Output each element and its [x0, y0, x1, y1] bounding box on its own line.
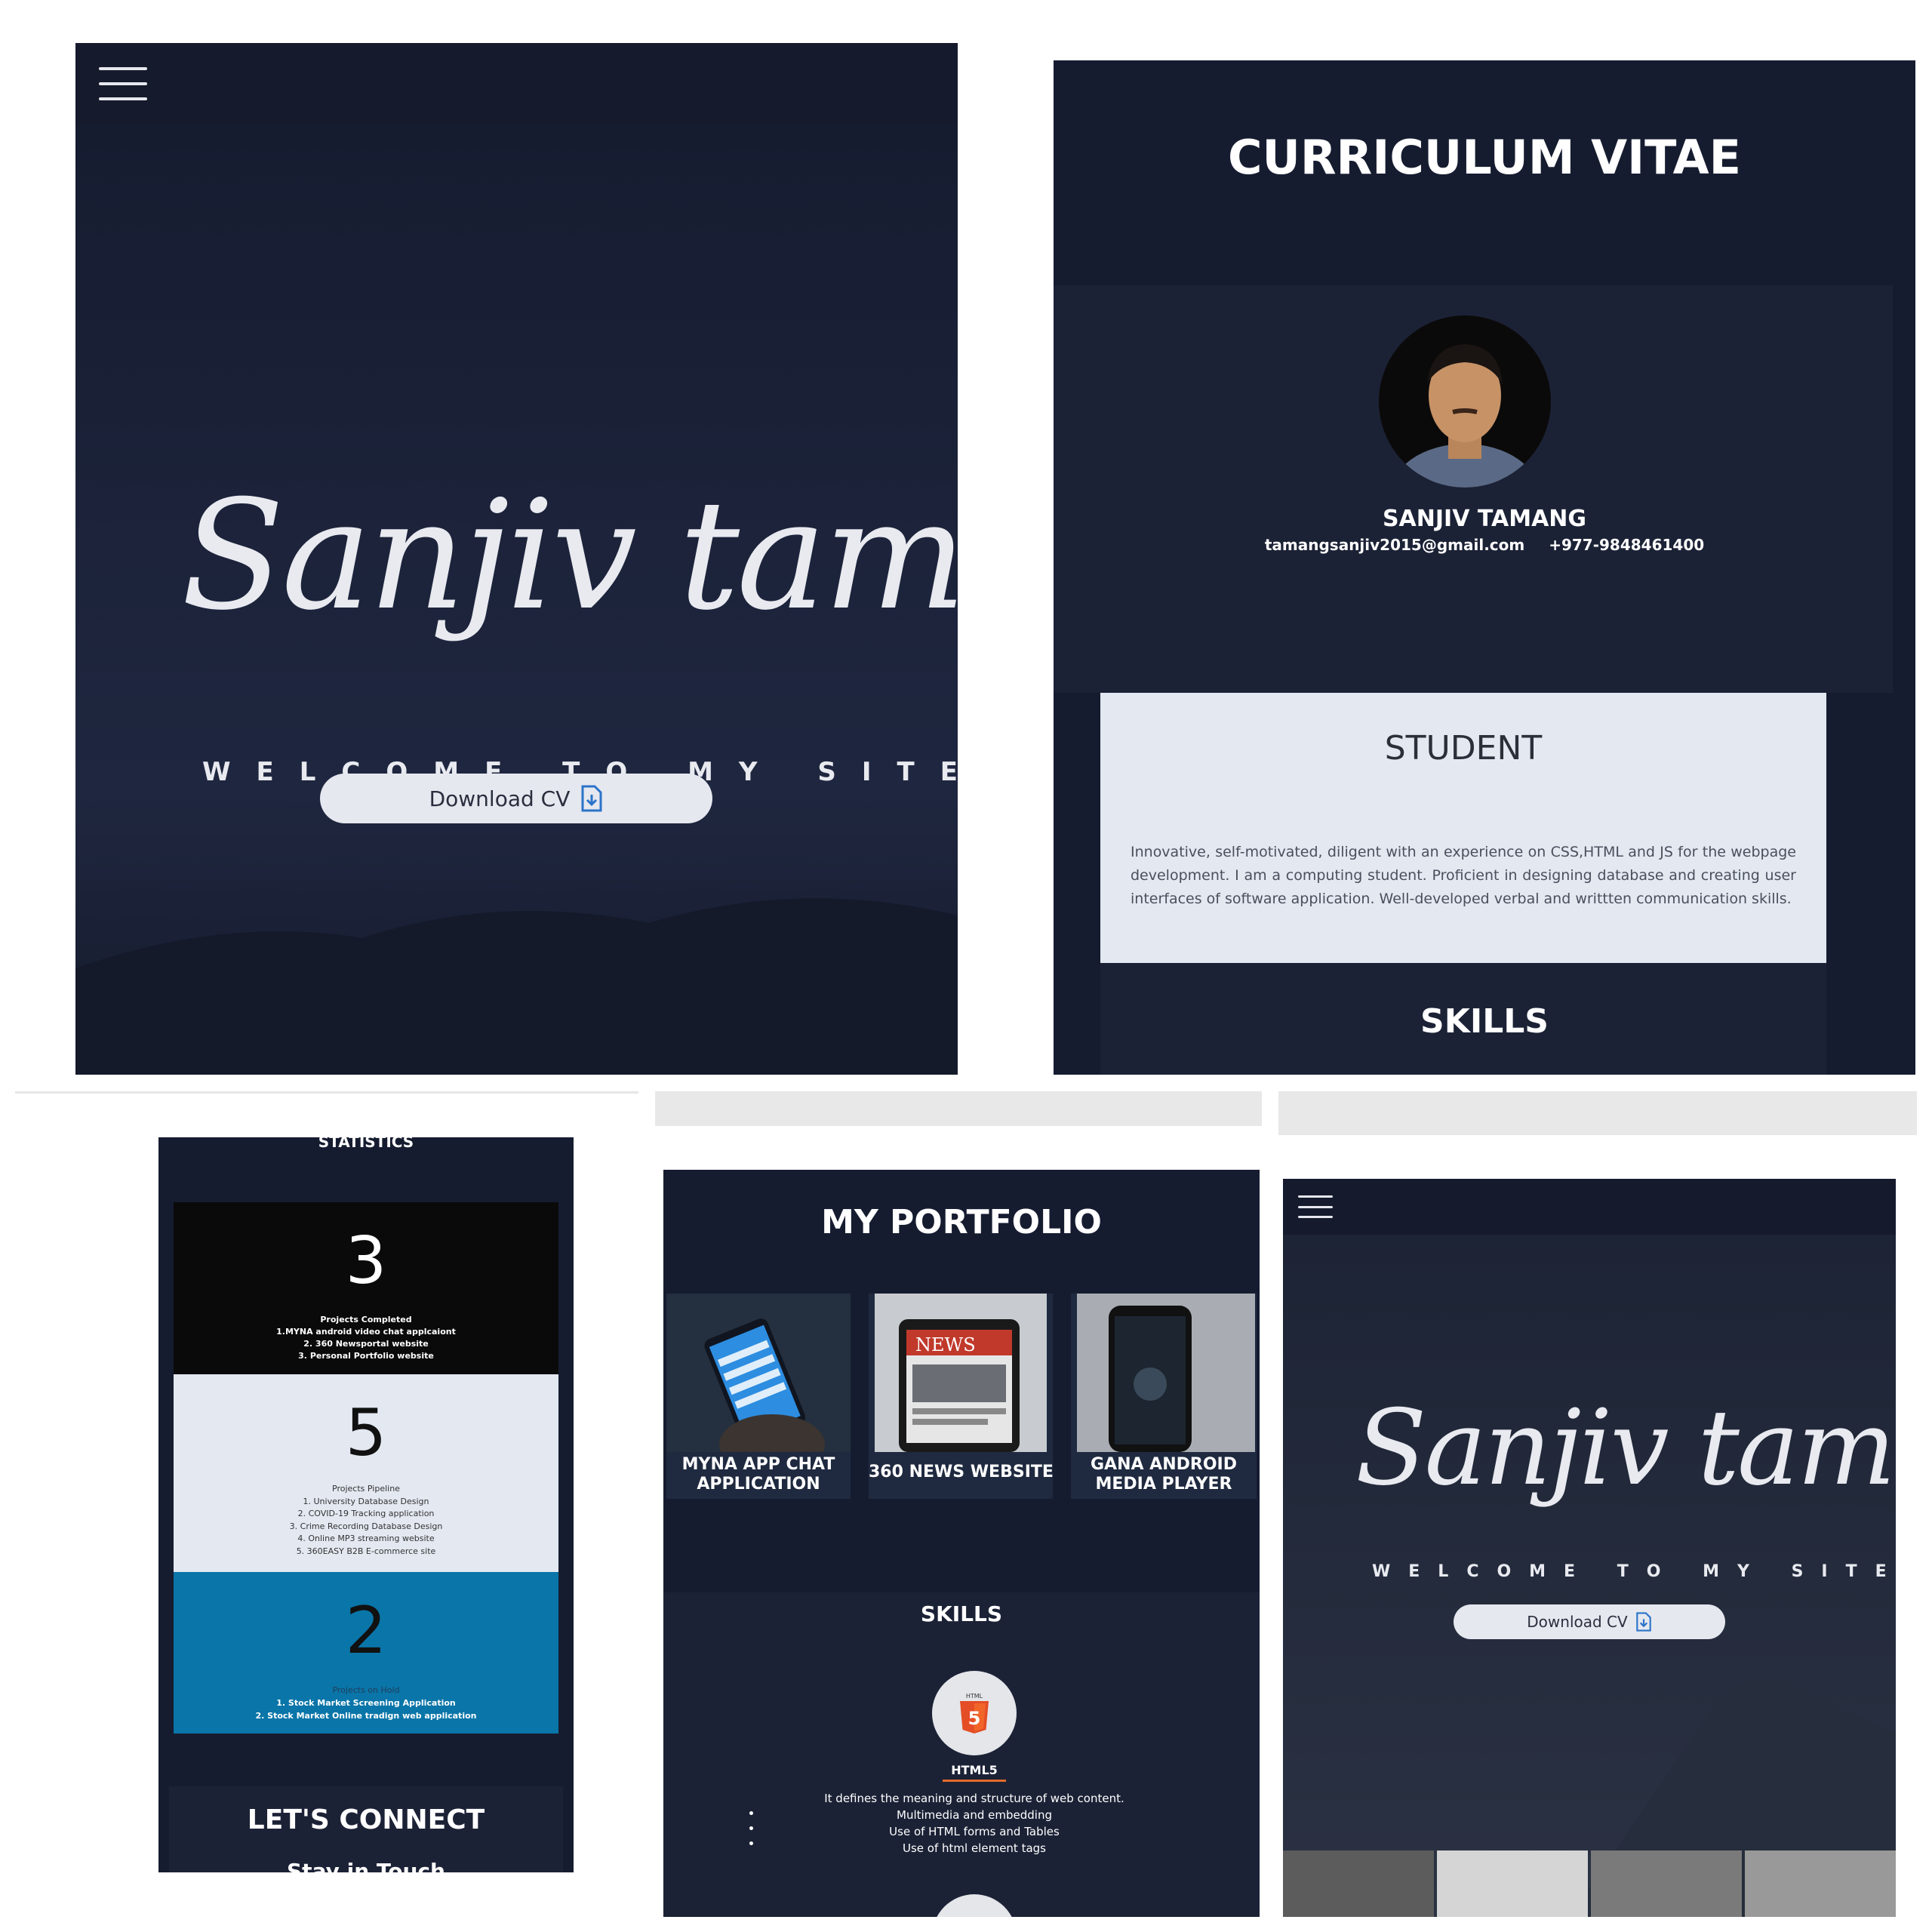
gallery-photo[interactable] [1283, 1850, 1434, 1917]
portfolio-skills-heading: SKILLS [920, 1601, 1003, 1626]
cv-contact: tamangsanjiv2015@gmail.com +977-98484614… [1054, 536, 1915, 554]
hero-panel: Sanjiv tamang WELCOME TO MY SITE Downloa… [75, 43, 958, 1075]
download-file-icon [1635, 1612, 1651, 1632]
cv-full-name: SANJIV TAMANG [1382, 506, 1587, 532]
hero-name-signature: Sanjiv tamang [181, 468, 958, 644]
stat-number: 5 [345, 1395, 387, 1471]
portfolio-skills-bg [663, 1592, 1260, 1917]
cv-skills-heading: SKILLS [1420, 1002, 1549, 1041]
stat-block-completed: 3 Projects Completed 1.MYNA android vide… [174, 1202, 558, 1374]
cv-title: CURRICULUM VITAE [1227, 130, 1742, 185]
stat-number: 3 [345, 1223, 387, 1299]
skill-html5-badge: HTML 5 [932, 1671, 1017, 1755]
gallery-photo[interactable] [1591, 1850, 1742, 1917]
hamburger-menu-icon[interactable] [99, 67, 147, 100]
cv-phone[interactable]: +977-9848461400 [1549, 536, 1704, 554]
student-title: STUDENT [1384, 729, 1543, 768]
cv-panel: CURRICULUM VITAE SANJIV TAMANG tamangsan… [1054, 60, 1915, 1075]
photo-gallery-strip [1283, 1850, 1896, 1917]
hero-name-signature: Sanjiv tamang [1355, 1387, 1896, 1509]
stats-header-partial: STATISTICS [318, 1137, 414, 1151]
profile-photo [1379, 315, 1551, 488]
top-nav-bar [75, 43, 958, 123]
phone-chat-thumbnail [666, 1294, 851, 1452]
download-cv-label: Download CV [1527, 1613, 1628, 1631]
student-card: STUDENT Innovative, self-motivated, dili… [1100, 693, 1826, 963]
music-phone-thumbnail [1077, 1294, 1255, 1452]
portfolio-card-title: GANA ANDROID MEDIA PLAYER [1091, 1455, 1237, 1494]
stat-block-pipeline: 5 Projects Pipeline 1. University Databa… [174, 1374, 558, 1572]
news-tablet-thumbnail: NEWS [875, 1294, 1047, 1452]
portfolio-panel: MY PORTFOLIO MYNA APP CHAT APPLICATION N… [663, 1170, 1260, 1917]
portfolio-card-360-news[interactable]: NEWS 360 NEWS WEBSITE [869, 1294, 1054, 1499]
row-divider [15, 1091, 638, 1094]
hamburger-menu-icon[interactable] [1298, 1195, 1333, 1218]
stat-details: Projects on Hold 1. Stock Market Screeni… [255, 1685, 477, 1721]
download-file-icon [581, 785, 602, 812]
scroll-dots [749, 1811, 754, 1857]
connect-title: LET'S CONNECT [247, 1804, 485, 1835]
svg-text:5: 5 [968, 1708, 981, 1729]
stat-details: Projects Completed 1.MYNA android video … [276, 1315, 456, 1361]
portfolio-card-myna[interactable]: MYNA APP CHAT APPLICATION [666, 1294, 851, 1499]
download-cv-button[interactable]: Download CV [320, 774, 712, 823]
browser-chrome-bar [1278, 1091, 1917, 1135]
download-cv-button[interactable]: Download CV [1454, 1604, 1725, 1639]
stat-block-on-hold: 2 Projects on Hold 1. Stock Market Scree… [174, 1572, 558, 1734]
download-cv-label: Download CV [429, 786, 571, 811]
skill-name: HTML5 [951, 1763, 998, 1777]
portfolio-card-gana[interactable]: GANA ANDROID MEDIA PLAYER [1071, 1294, 1257, 1499]
portfolio-title: MY PORTFOLIO [821, 1203, 1102, 1241]
svg-text:NEWS: NEWS [915, 1334, 976, 1355]
html5-icon: HTML 5 [960, 1693, 989, 1734]
svg-text:HTML: HTML [966, 1693, 983, 1700]
skill-underline [943, 1780, 1006, 1782]
cv-email[interactable]: tamangsanjiv2015@gmail.com [1265, 536, 1524, 554]
browser-chrome-bar [655, 1091, 1262, 1126]
hero-tagline: WELCOME TO MY SITE [1372, 1562, 1896, 1581]
gallery-photo[interactable] [1745, 1850, 1896, 1917]
connect-subtitle-partial: Stay in Touch [287, 1859, 445, 1872]
stat-details: Projects Pipeline 1. University Database… [289, 1484, 443, 1556]
portfolio-card-title: 360 NEWS WEBSITE [869, 1463, 1054, 1481]
student-summary: Innovative, self-motivated, diligent wit… [1131, 844, 1796, 907]
top-nav-bar [1283, 1179, 1896, 1235]
stat-number: 2 [345, 1593, 387, 1669]
gallery-photo[interactable] [1437, 1850, 1588, 1917]
hero-small-panel: Sanjiv tamang WELCOME TO MY SITE Downloa… [1283, 1179, 1896, 1917]
portfolio-card-title: MYNA APP CHAT APPLICATION [681, 1455, 835, 1494]
stats-panel: STATISTICS 3 Projects Completed 1.MYNA a… [158, 1137, 574, 1872]
